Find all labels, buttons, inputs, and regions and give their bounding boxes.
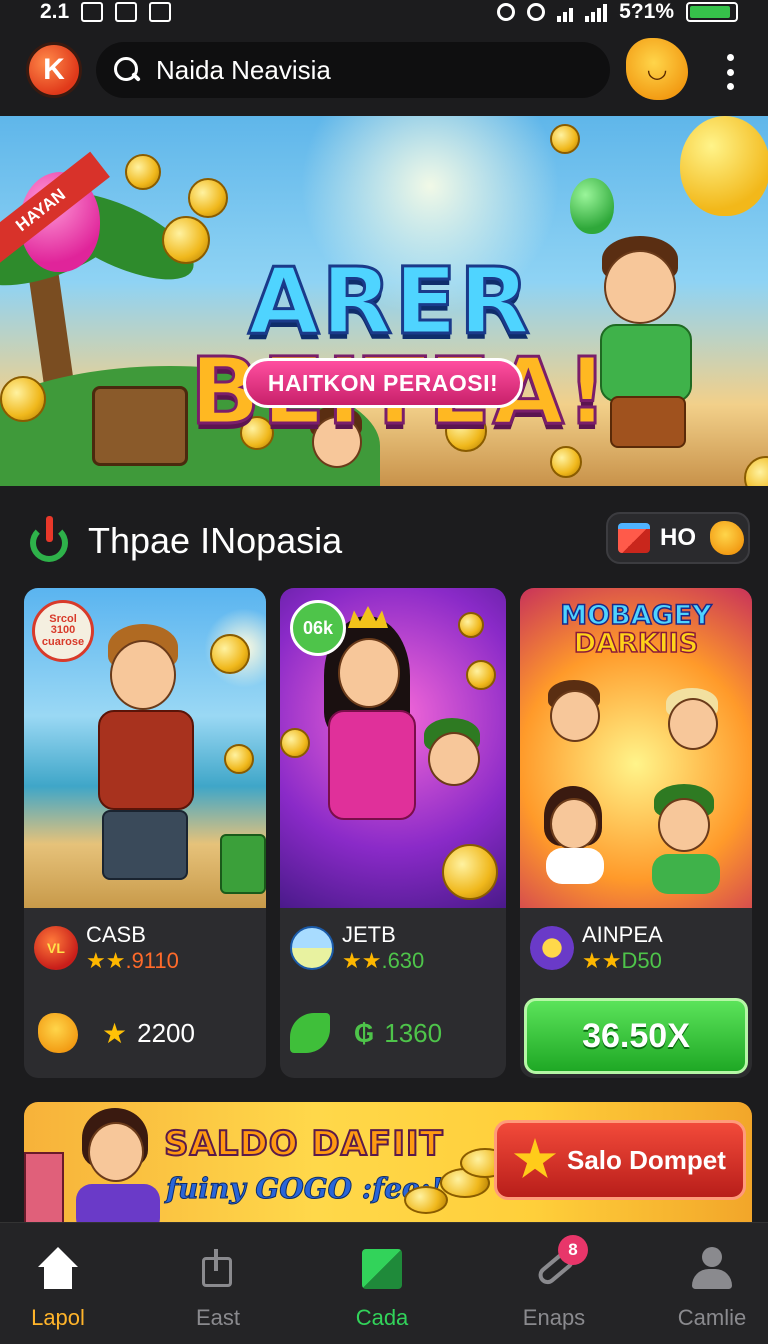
rating-value: D50: [621, 948, 662, 973]
edit-icon: [115, 2, 138, 22]
more-menu-icon[interactable]: [724, 54, 736, 90]
coin: [0, 376, 46, 422]
rating-stars-icon: ★★: [86, 948, 126, 973]
wallet-button-label: Salo Dompet: [567, 1144, 726, 1175]
game-card[interactable]: MOBAGEY DARKIIS AINPEA ★★D50 36.50X: [520, 588, 752, 1078]
promo-subtitle: fuiny GOGO :fee:!: [165, 1172, 443, 1206]
section-badge-button[interactable]: HO: [606, 512, 750, 564]
art-title-line1: MOBAGEY: [560, 600, 713, 631]
alarm-icon: [497, 3, 516, 21]
card-bottom-value: 1360: [384, 1017, 443, 1048]
card-bottom-row: ₲ 1360: [290, 1008, 442, 1058]
promo-character: [66, 1108, 166, 1226]
nav-item-east[interactable]: East: [148, 1223, 288, 1344]
section-badge-label: HO: [660, 524, 696, 551]
game-logo-icon: [530, 926, 574, 970]
game-name: CASB: [86, 922, 146, 947]
battery-percent: 5?1%: [619, 0, 674, 23]
nav-label: East: [195, 1305, 241, 1330]
wallet-button[interactable]: Salo Dompet: [494, 1120, 746, 1200]
cube-icon: [618, 523, 650, 553]
card-bottom-value: 2200: [137, 1017, 195, 1048]
profile-icon: [690, 1247, 734, 1291]
card-bottom-row: ★ 2200: [34, 1008, 195, 1058]
game-name: JETB: [342, 922, 396, 947]
nav-item-cada[interactable]: Cada: [312, 1223, 452, 1344]
search-input[interactable]: Naida Neavisia: [156, 55, 331, 86]
rating-stars-icon: ★★: [582, 948, 622, 973]
game-rating: ★★.630: [342, 948, 424, 974]
nav-item-enaps[interactable]: 8 Enaps: [484, 1223, 624, 1344]
balloon-yellow: [680, 116, 768, 216]
signal-icon: [585, 2, 608, 22]
balloon-green: [570, 178, 614, 234]
app-icon: [149, 2, 172, 22]
coin: [188, 178, 228, 218]
star-face-icon: [38, 1013, 78, 1053]
cards-icon: [360, 1247, 404, 1291]
section-header: Thpae INopasia HO: [0, 506, 768, 572]
nav-label: Cada: [355, 1305, 409, 1330]
share-icon: [196, 1247, 240, 1291]
coin-symbol-icon: ₲: [354, 1017, 375, 1048]
nav-item-profile[interactable]: Camlie: [642, 1223, 768, 1344]
section-title: Thpae INopasia: [88, 520, 343, 561]
mascot-star-icon[interactable]: ◡: [626, 38, 688, 100]
leaf-icon: [290, 1013, 330, 1053]
search-icon: [112, 55, 142, 85]
nav-label: Enaps: [522, 1305, 586, 1330]
battery-icon: [686, 2, 738, 22]
nav-label: Camlie: [677, 1305, 747, 1330]
status-left: 2.1: [40, 0, 172, 24]
hero-banner[interactable]: HAYAN ARER BEITEA!: [0, 116, 768, 486]
game-card-art: MOBAGEY DARKIIS: [520, 588, 752, 908]
promo-banner[interactable]: SALDO DAFIIT fuiny GOGO :fee:! Salo Domp…: [24, 1102, 752, 1226]
coin: [550, 124, 580, 154]
art-title-line2: DARKIIS: [573, 628, 699, 660]
hero-pill-button[interactable]: HAITKON PERAOSI!: [243, 358, 523, 408]
power-icon: [30, 516, 68, 562]
star-face-icon: [710, 521, 744, 555]
link-icon: 8: [532, 1235, 588, 1291]
coin: [125, 154, 161, 190]
vibrate-icon: [527, 3, 546, 21]
notification-icon: [81, 2, 104, 22]
card-corner-tag: 06k: [290, 600, 346, 656]
nav-label: Lapol: [31, 1305, 85, 1330]
hero-boy: [590, 236, 740, 476]
treasure-chest: [92, 386, 188, 466]
app-header: K Naida Neavisia ◡: [0, 36, 768, 106]
status-right: 5?1%: [497, 0, 738, 24]
game-rating: ★★D50: [582, 948, 662, 974]
nav-item-home[interactable]: Lapol: [0, 1223, 128, 1344]
star-icon: [513, 1138, 557, 1179]
app-logo[interactable]: K: [26, 42, 82, 98]
search-bar[interactable]: Naida Neavisia: [96, 42, 610, 98]
card-corner-tag: Srcol 3100 cuarose: [32, 600, 94, 662]
coin: [744, 456, 768, 486]
bottom-navigation: Lapol East Cada 8 Enaps Camlie: [0, 1222, 768, 1344]
promo-title: SALDO DAFIIT: [163, 1123, 444, 1165]
coin: [550, 446, 582, 478]
notification-badge: 8: [558, 1235, 588, 1265]
star-icon: ★: [102, 1017, 128, 1049]
status-time: 2.1: [40, 0, 70, 23]
game-card[interactable]: Srcol 3100 cuarose VL CASB ★★.9110 ★ 220…: [24, 588, 266, 1078]
status-bar: 2.1 5?1%: [0, 0, 768, 24]
home-icon: [36, 1247, 80, 1291]
wifi-icon: [557, 2, 574, 22]
game-logo-icon: VL: [34, 926, 78, 970]
game-logo-icon: [290, 926, 334, 970]
rating-value: .9110: [125, 948, 179, 973]
hero-title: ARER BEITEA!: [189, 248, 610, 439]
hero-title-line1: ARER: [247, 248, 532, 355]
game-name: AINPEA: [582, 922, 663, 947]
rating-value: .630: [381, 948, 425, 973]
play-button[interactable]: 36.50X: [524, 998, 748, 1074]
game-card[interactable]: 06k JETB ★★.630 ₲ 1360: [280, 588, 506, 1078]
game-rating: ★★.9110: [86, 948, 179, 974]
rating-stars-icon: ★★: [342, 948, 382, 973]
